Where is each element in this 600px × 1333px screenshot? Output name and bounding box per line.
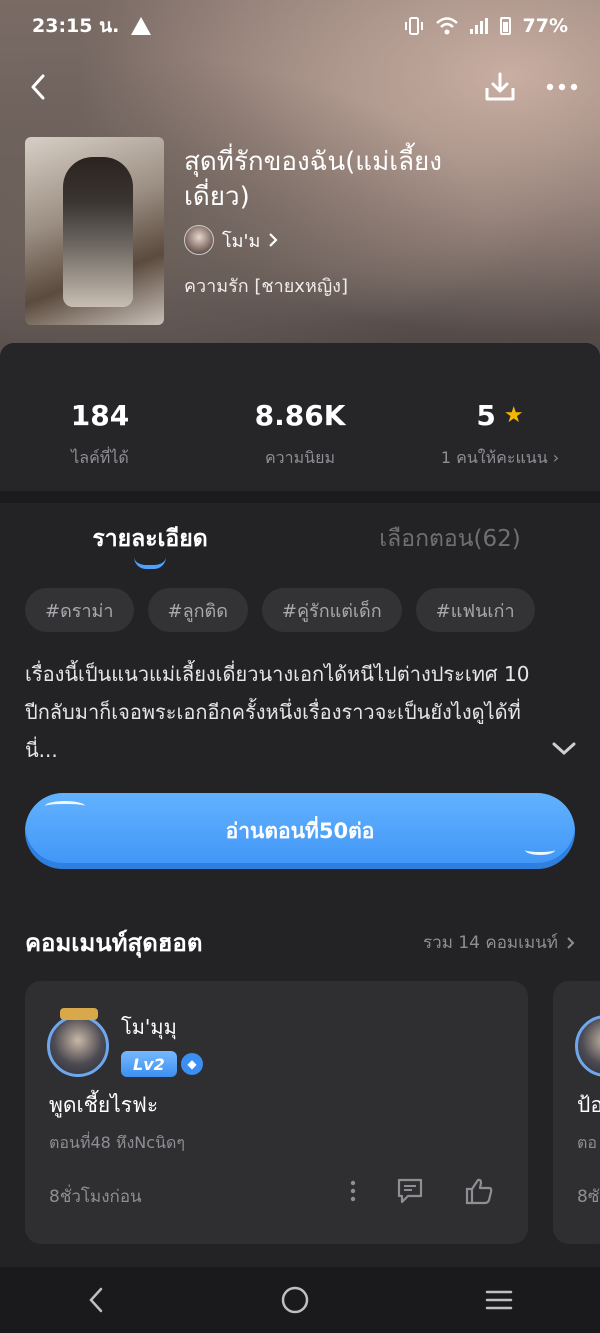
comment-chapter[interactable]: ตอนที่48 หึงNcนิดๆ <box>49 1131 185 1156</box>
comment-actions <box>350 1177 494 1205</box>
status-time: 23:15 น. <box>32 15 120 37</box>
more-dots-icon <box>546 83 578 91</box>
comments-header: คอมเมนท์สุดฮอต รวม 14 คอมเมนท์ <box>25 923 575 962</box>
author-name: โม'ม <box>222 230 261 252</box>
like-icon[interactable] <box>464 1177 494 1205</box>
tab-bar: รายละเอียด เลือกตอน(62) <box>0 515 600 575</box>
comment-time: 8ซั <box>577 1187 600 1207</box>
more-button[interactable] <box>540 65 584 109</box>
tag-list: #ดราม่า #ลูกติด #คู่รักแต่เด็ก #แฟนเก่า <box>25 588 535 632</box>
rating-label: 1 คนให้คะแนน › <box>440 448 560 467</box>
continue-reading-label: อ่านตอนที่50ต่อ <box>225 818 375 843</box>
more-vertical-icon[interactable] <box>350 1180 356 1202</box>
stat-rating[interactable]: 5 ★ 1 คนให้คะแนน › <box>400 343 600 491</box>
book-title: สุดที่รักของฉัน(แม่เลี้ยงเดี่ยว) <box>184 147 442 212</box>
section-divider <box>0 491 600 503</box>
author-avatar <box>184 225 214 255</box>
tag-chip[interactable]: #ดราม่า <box>25 588 134 632</box>
cover-figure <box>63 157 133 307</box>
comments-title: คอมเมนท์สุดฮอต <box>25 929 203 957</box>
rating-value: 5 <box>476 399 496 432</box>
back-arrow-icon <box>31 74 45 100</box>
warning-icon <box>131 17 152 35</box>
button-gloss <box>525 845 555 855</box>
commenter-avatar[interactable] <box>47 1008 109 1077</box>
chevron-down-icon <box>552 742 576 756</box>
back-button[interactable] <box>16 65 60 109</box>
synopsis-text: เรื่องนี้เป็นแนวแม่เลี้ยงเดี่ยวนางเอกได้… <box>25 662 530 762</box>
star-icon: ★ <box>503 403 524 428</box>
comment-time: 8ชั่วโมงก่อน <box>49 1187 142 1207</box>
battery-icon <box>499 17 511 35</box>
popularity-label: ความนิยม <box>264 448 336 467</box>
button-gloss <box>45 801 85 811</box>
stat-popularity: 8.86K ความนิยม <box>200 343 400 491</box>
expand-synopsis-button[interactable] <box>552 741 576 760</box>
author-link[interactable]: โม'ม <box>184 225 278 255</box>
popularity-value: 8.86K <box>254 399 346 432</box>
stat-likes: 184 ไลค์ที่ได้ <box>0 343 200 491</box>
tab-details[interactable]: รายละเอียด <box>0 515 300 575</box>
signal-icon <box>469 18 488 34</box>
tag-chip[interactable]: #คู่รักแต่เด็ก <box>261 588 402 632</box>
chevron-right-icon <box>269 233 278 247</box>
likes-value: 184 <box>70 399 130 432</box>
reply-icon[interactable] <box>396 1177 424 1205</box>
tag-chip[interactable]: #แฟนเก่า <box>415 588 535 632</box>
all-comments-link[interactable]: รวม 14 คอมเมนท์ <box>423 929 575 956</box>
level-badge: Lv2 <box>121 1051 177 1077</box>
continue-reading-button[interactable]: อ่านตอนที่50ต่อ <box>25 793 575 869</box>
commenter-avatar <box>575 1015 600 1077</box>
writer-badge-icon <box>60 1008 98 1020</box>
system-back-icon[interactable] <box>87 1287 105 1313</box>
book-cover[interactable] <box>25 137 164 325</box>
book-info: สุดที่รักของฉัน(แม่เลี้ยงเดี่ยว) โม'ม คว… <box>25 137 585 327</box>
likes-label: ไลค์ที่ได้ <box>71 448 129 467</box>
vibrate-icon <box>404 17 423 35</box>
comment-text: ป้อ <box>577 1093 600 1117</box>
system-nav-bar <box>0 1267 600 1333</box>
detail-panel: 184 ไลค์ที่ได้ 8.86K ความนิยม 5 ★ 1 คนให้… <box>0 343 600 1267</box>
system-recents-icon[interactable] <box>485 1289 513 1311</box>
status-bar: 23:15 น. 77% <box>0 0 600 52</box>
commenter-name[interactable]: โม'มุมุ <box>121 1011 177 1043</box>
download-icon <box>485 72 515 101</box>
battery-percent: 77% <box>522 15 568 37</box>
drop-badge-icon: ◆ <box>181 1053 203 1075</box>
download-button[interactable] <box>478 65 522 109</box>
wifi-icon <box>435 17 458 35</box>
comment-card[interactable]: ป้อ ตอ 8ซั <box>553 981 600 1244</box>
system-home-icon[interactable] <box>280 1285 310 1315</box>
tab-indicator <box>134 557 166 569</box>
top-nav <box>0 62 600 112</box>
tab-chapters[interactable]: เลือกตอน(62) <box>300 515 600 575</box>
chevron-right-icon <box>567 936 575 949</box>
comment-card[interactable]: โม'มุมุ Lv2 ◆ พูดเชี้ยไรฟะ ตอนที่48 หึงN… <box>25 981 528 1244</box>
stats-row: 184 ไลค์ที่ได้ 8.86K ความนิยม 5 ★ 1 คนให้… <box>0 343 600 491</box>
comment-text: พูดเชี้ยไรฟะ <box>49 1093 159 1117</box>
book-genre: ความรัก [ชายxหญิง] <box>184 276 348 297</box>
comment-chapter: ตอ <box>577 1133 597 1152</box>
tag-chip[interactable]: #ลูกติด <box>147 588 248 632</box>
